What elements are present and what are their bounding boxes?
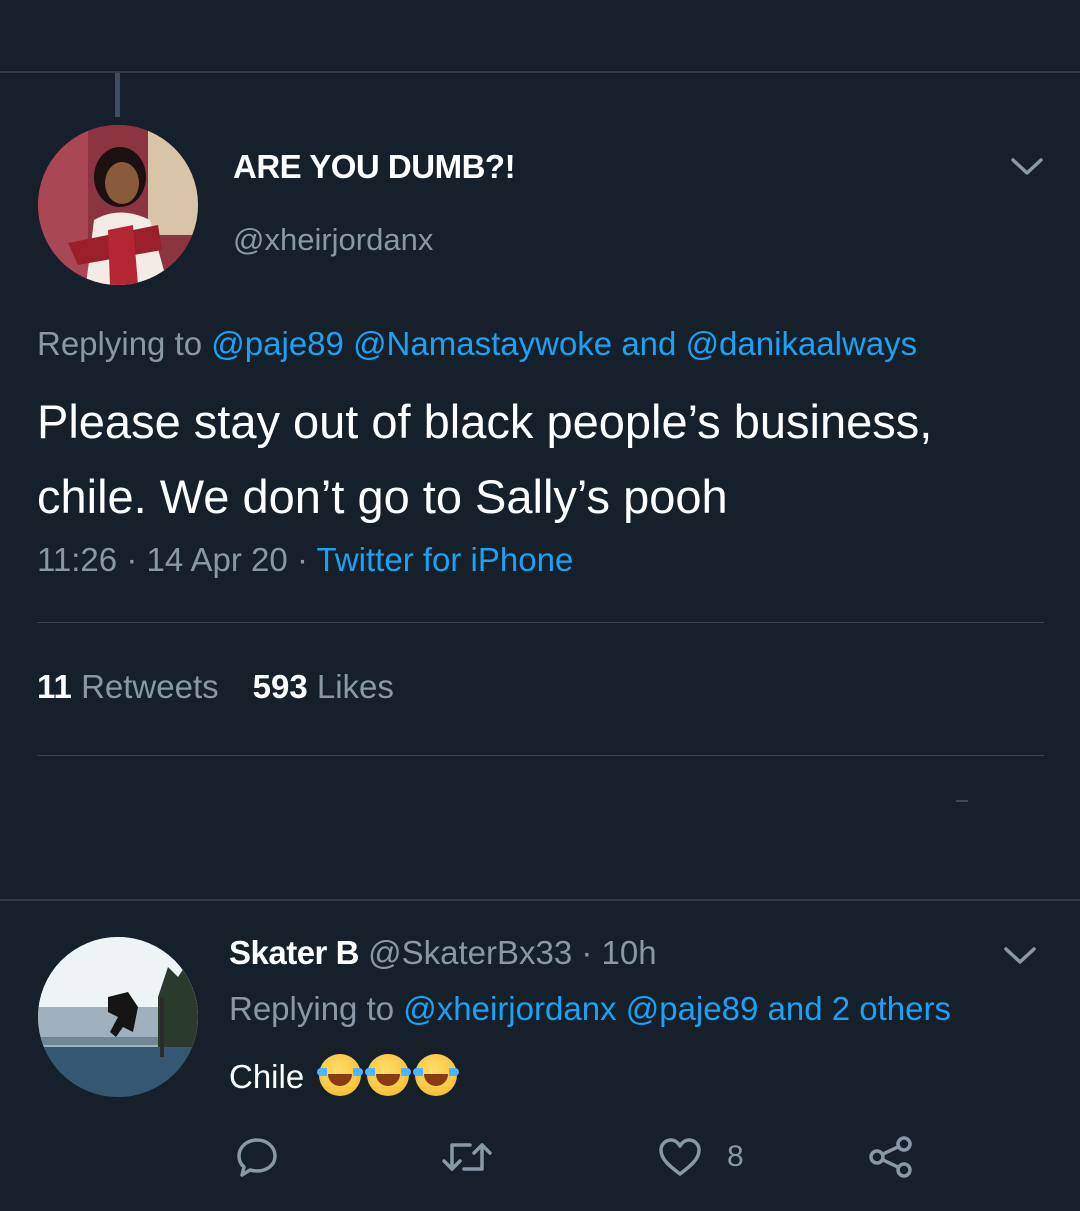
engagement-stats: 11 Retweets 593 Likes	[37, 668, 394, 706]
others-link[interactable]: 2 others	[832, 990, 951, 1027]
tears-of-joy-emoji-icon	[365, 1054, 412, 1096]
mention-link[interactable]: @paje89	[211, 325, 344, 362]
tweet-time: 11:26	[37, 541, 118, 578]
share-icon	[869, 1136, 912, 1178]
replying-to: Replying to @xheirjordanx @paje89 and 2 …	[229, 990, 951, 1028]
retweets-label: Retweets	[81, 668, 219, 705]
chevron-down-icon[interactable]	[1007, 154, 1047, 178]
avatar-image	[38, 125, 198, 285]
heart-icon	[659, 1138, 701, 1176]
tweet-date: 14 Apr 20	[146, 541, 288, 578]
thread-connector-line	[115, 73, 120, 117]
reply-button[interactable]	[235, 1135, 279, 1179]
share-button[interactable]	[867, 1135, 915, 1179]
retweets-stat[interactable]: 11 Retweets	[37, 668, 219, 705]
chevron-down-icon[interactable]	[1000, 943, 1040, 967]
divider	[37, 755, 1044, 756]
likes-count: 593	[252, 668, 308, 705]
mention-link[interactable]: @paje89	[626, 990, 759, 1027]
display-name[interactable]: Skater B	[229, 934, 359, 971]
user-handle[interactable]: @xheirjordanx	[233, 222, 433, 258]
meta-separator: ·	[581, 934, 593, 971]
avatar[interactable]	[38, 125, 198, 285]
avatar-image	[38, 937, 198, 1097]
replying-prefix: Replying to	[37, 325, 203, 362]
mention-link[interactable]: @Namastaywoke	[353, 325, 612, 362]
divider-fragment	[956, 800, 968, 802]
replying-and: and	[767, 990, 823, 1027]
meta-separator: ·	[126, 541, 138, 578]
reply-header: Skater B @SkaterBx33 · 10h	[229, 934, 657, 972]
top-divider	[0, 71, 1080, 73]
like-button[interactable]: 8	[657, 1135, 744, 1179]
likes-label: Likes	[316, 668, 394, 705]
tears-of-joy-emoji-icon	[413, 1054, 460, 1096]
tweet-text: Chile	[229, 1054, 460, 1096]
display-name[interactable]: ARE YOU DUMB?!	[233, 148, 516, 186]
reply-text: Chile	[229, 1058, 305, 1095]
replying-and: and	[621, 325, 677, 362]
tweet-source-link[interactable]: Twitter for iPhone	[317, 541, 574, 578]
like-count: 8	[727, 1140, 744, 1173]
reply-divider	[0, 899, 1080, 901]
retweet-icon	[442, 1143, 492, 1171]
replying-prefix: Replying to	[229, 990, 395, 1027]
mention-link[interactable]: @danikaalways	[686, 325, 918, 362]
divider	[37, 622, 1044, 623]
replying-to: Replying to @paje89 @Namastaywoke and @d…	[37, 325, 917, 363]
avatar[interactable]	[38, 937, 198, 1097]
mention-link[interactable]: @xheirjordanx	[403, 990, 616, 1027]
speech-bubble-icon	[237, 1138, 277, 1177]
user-handle[interactable]: @SkaterBx33	[368, 934, 572, 971]
tweet-meta: 11:26 · 14 Apr 20 · Twitter for iPhone	[37, 541, 573, 579]
tweet-age: 10h	[601, 934, 657, 971]
likes-stat[interactable]: 593 Likes	[253, 668, 394, 705]
tweet-text: Please stay out of black people’s busine…	[37, 395, 933, 523]
tears-of-joy-emoji-icon	[317, 1054, 364, 1096]
retweet-button[interactable]	[440, 1135, 494, 1179]
meta-separator: ·	[296, 541, 308, 578]
retweets-count: 11	[37, 668, 72, 705]
